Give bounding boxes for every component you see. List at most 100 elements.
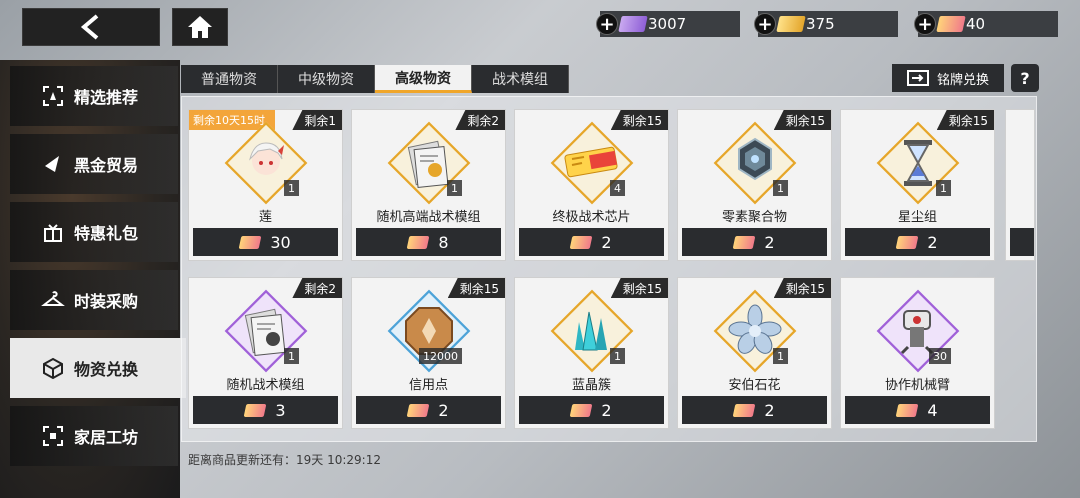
pink-ticket-icon — [570, 403, 593, 417]
item-quantity: 30 — [929, 348, 951, 364]
shop-item-card[interactable]: 剩余15 1 蓝晶簇 2 — [514, 277, 669, 429]
shop-item-card[interactable]: 剩余2 1 随机战术模组 3 — [188, 277, 343, 429]
currency-purple[interactable]: + 3007 — [596, 11, 740, 37]
sidebar-item-recommend[interactable]: 精选推荐 — [10, 66, 178, 126]
price-button[interactable]: 4 — [845, 396, 990, 424]
item-frame: 1 — [713, 121, 797, 205]
add-currency-icon[interactable]: + — [596, 13, 618, 35]
hanger-icon — [40, 287, 66, 313]
item-frame: 12000 — [387, 289, 471, 373]
price-button[interactable] — [1010, 228, 1034, 256]
pink-ticket-icon — [733, 403, 756, 417]
shop-item-card-partial[interactable] — [1005, 109, 1035, 261]
recommend-icon — [40, 83, 66, 109]
sidebar-item-label: 精选推荐 — [74, 88, 139, 107]
item-quantity: 4 — [610, 180, 625, 196]
price-button[interactable]: 2 — [356, 396, 501, 424]
price-value: 4 — [927, 400, 938, 420]
tab-normal[interactable]: 普通物资 — [181, 65, 278, 93]
shop-item-card[interactable]: 剩余15 12000 信用点 2 — [351, 277, 506, 429]
sidebar-item-workshop[interactable]: 家居工坊 — [10, 406, 178, 466]
item-name: 终极战术芯片 — [552, 210, 631, 225]
purple-ticket-icon — [618, 16, 648, 32]
tab-advanced[interactable]: 高级物资 — [375, 65, 472, 93]
shop-item-card[interactable]: 剩余15 1 星尘组 2 — [840, 109, 995, 261]
price-button[interactable]: 2 — [519, 228, 664, 256]
price-value: 2 — [601, 400, 612, 420]
add-currency-icon[interactable]: + — [754, 13, 776, 35]
item-name: 星尘组 — [897, 210, 937, 225]
nameplate-exchange-button[interactable]: 铭牌兑换 — [892, 64, 1004, 92]
item-quantity: 1 — [447, 180, 462, 196]
currency-pink[interactable]: + 40 — [914, 11, 1058, 37]
trade-icon — [40, 151, 66, 177]
add-currency-icon[interactable]: + — [914, 13, 936, 35]
item-frame: 1 — [550, 289, 634, 373]
sidebar-item-label: 黑金贸易 — [74, 156, 139, 175]
item-frame: 1 — [876, 121, 960, 205]
price-button[interactable]: 2 — [519, 396, 664, 424]
shop-item-card[interactable]: 剩余15 1 安伯石花 2 — [677, 277, 832, 429]
price-value: 2 — [927, 232, 938, 252]
home-icon — [188, 16, 212, 38]
tab-tactical[interactable]: 战术模组 — [472, 65, 569, 93]
item-frame: 1 — [224, 121, 308, 205]
shop-item-card[interactable]: 剩余15 1 零素聚合物 2 — [677, 109, 832, 261]
item-name: 随机高端战术模组 — [376, 210, 481, 225]
currency-value: 375 — [806, 15, 835, 33]
item-name: 信用点 — [408, 378, 448, 393]
price-value: 8 — [438, 232, 449, 252]
help-button[interactable]: ? — [1011, 64, 1039, 92]
home-button[interactable] — [172, 8, 228, 46]
pink-ticket-icon — [936, 16, 966, 32]
gold-ticket-icon — [776, 16, 806, 32]
item-name: 莲 — [258, 210, 272, 225]
exchange-icon — [906, 70, 929, 86]
item-name: 零素聚合物 — [721, 210, 787, 225]
price-value: 2 — [764, 400, 775, 420]
item-name: 蓝晶簇 — [571, 378, 611, 393]
item-name: 协作机械臂 — [884, 378, 950, 393]
sidebar: 精选推荐 黑金贸易 特惠礼包 时装采购 物资兑换 家居工坊 — [10, 66, 186, 474]
price-button[interactable]: 3 — [193, 396, 338, 424]
price-button[interactable]: 2 — [682, 396, 827, 424]
sidebar-item-label: 家居工坊 — [74, 428, 139, 447]
price-value: 2 — [764, 232, 775, 252]
item-frame: 1 — [387, 121, 471, 205]
pink-ticket-icon — [570, 235, 593, 249]
item-quantity: 1 — [610, 348, 625, 364]
item-quantity: 1 — [284, 348, 299, 364]
item-frame: 30 — [876, 289, 960, 373]
item-quantity: 1 — [936, 180, 951, 196]
help-icon: ? — [1020, 68, 1030, 88]
currency-gold[interactable]: + 375 — [754, 11, 898, 37]
sidebar-item-trade[interactable]: 黑金贸易 — [10, 134, 178, 194]
price-button[interactable]: 30 — [193, 228, 338, 256]
price-button[interactable]: 2 — [845, 228, 990, 256]
sidebar-item-label: 物资兑换 — [74, 360, 139, 379]
shop-item-card[interactable]: 剩余2 1 随机高端战术模组 8 — [351, 109, 506, 261]
item-frame: 4 — [550, 121, 634, 205]
back-button[interactable] — [22, 8, 160, 46]
pink-ticket-icon — [244, 403, 267, 417]
price-button[interactable]: 8 — [356, 228, 501, 256]
pink-ticket-icon — [896, 235, 919, 249]
sidebar-item-label: 时装采购 — [74, 292, 139, 311]
shop-panel: 剩余10天15时 剩余1 1 莲 30 剩余2 1 随机高端战术模组 8 剩余1… — [181, 96, 1037, 442]
sidebar-item-fashion[interactable]: 时装采购 — [10, 270, 178, 330]
sidebar-item-exchange[interactable]: 物资兑换 — [10, 338, 186, 398]
price-value: 30 — [270, 232, 291, 252]
item-name: 随机战术模组 — [226, 378, 305, 393]
box-icon — [40, 355, 66, 381]
shop-item-card[interactable]: 30 协作机械臂 4 — [840, 277, 995, 429]
item-quantity: 1 — [773, 180, 788, 196]
home-workshop-icon — [40, 423, 66, 449]
price-button[interactable]: 2 — [682, 228, 827, 256]
item-quantity: 12000 — [419, 348, 462, 364]
shop-item-card[interactable]: 剩余10天15时 剩余1 1 莲 30 — [188, 109, 343, 261]
tab-intermediate[interactable]: 中级物资 — [278, 65, 375, 93]
price-value: 3 — [275, 400, 286, 420]
shop-item-card[interactable]: 剩余15 4 终极战术芯片 2 — [514, 109, 669, 261]
sidebar-item-gift[interactable]: 特惠礼包 — [10, 202, 178, 262]
pink-ticket-icon — [407, 235, 430, 249]
